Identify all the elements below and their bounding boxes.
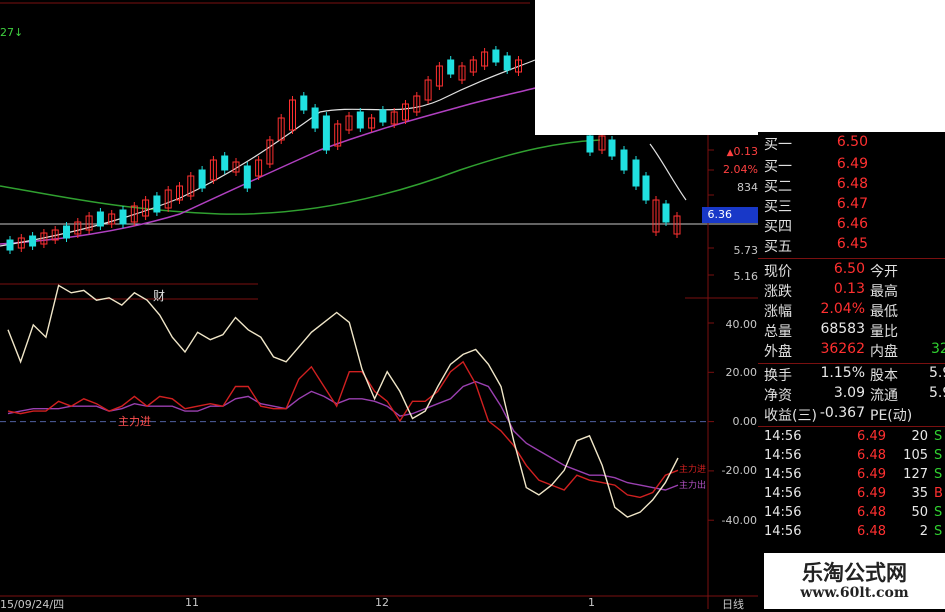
candle-body [379, 109, 387, 123]
quote-panel: 买一 6.50 买一 6.49 买二 6.48 买三 6.47 买四 6.46 买五 6.4… [758, 132, 945, 609]
price-axis-label: ▲0.13 [726, 145, 758, 158]
top-left-label: 27↓ [0, 26, 24, 39]
up-arrow-icon: ▲ [726, 148, 734, 158]
indicator-axis-label: 0.00 [732, 415, 758, 428]
candle-body [96, 211, 104, 227]
x-axis-label: 1 [588, 596, 595, 609]
price-axis-label: 5.73 [733, 244, 759, 257]
candle-body [642, 175, 650, 201]
price-axis-label: 5.16 [733, 270, 759, 283]
indicator-axis-label: -40.00 [721, 514, 757, 527]
candle-body [632, 159, 640, 187]
indicator-axis-label: 40.00 [725, 318, 758, 331]
candle-body [29, 235, 37, 247]
candle-body [492, 49, 500, 63]
candle-body [198, 169, 206, 189]
x-axis-label: 11 [185, 596, 199, 609]
price-axis-label: 2.04% [723, 163, 758, 176]
ma-line-long [0, 139, 601, 215]
ma-line-mid [0, 87, 536, 245]
indicator-line-red [7, 360, 679, 499]
candle-body [662, 203, 670, 223]
candle-body [586, 135, 594, 153]
indicator-axis-label: -20.00 [721, 464, 757, 477]
ma-line-short [649, 143, 687, 201]
candle-body [153, 195, 161, 213]
x-axis-label: 12 [375, 596, 389, 609]
candle-body [447, 59, 455, 75]
ma-line-short [0, 59, 536, 247]
candle-body [63, 225, 70, 239]
candle-body [503, 55, 511, 71]
candle-body [119, 209, 127, 225]
panel-divider [758, 258, 945, 259]
indicator-annotation: 主力进 [118, 415, 151, 428]
watermark-title: 乐淘公式网 [802, 561, 907, 585]
candle-body [221, 155, 229, 171]
candle-body [311, 107, 319, 129]
x-axis-label: 15/09/24/四 [0, 598, 65, 611]
indicator-right-label-in: 主力进 [679, 465, 707, 475]
chart-occlusion [535, 0, 945, 135]
panel-divider [758, 363, 945, 364]
price-axis-label: 834 [737, 181, 758, 194]
panel-divider [758, 426, 945, 427]
candle-body [608, 139, 616, 157]
indicator-right-label-out: 主力出 [679, 481, 707, 491]
candle-body [356, 111, 364, 129]
section-label: 财 [153, 289, 166, 303]
candle-body [243, 165, 251, 189]
candle-body [300, 95, 308, 111]
watermark: 乐淘公式网 www.60lt.com [764, 553, 945, 609]
watermark-url: www.60lt.com [800, 585, 909, 601]
candle-body [620, 149, 628, 171]
price-highlight-label: 6.36 [707, 208, 733, 221]
indicator-axis-label: 20.00 [725, 366, 758, 379]
candle-body [322, 115, 330, 151]
candle-body [6, 239, 14, 251]
indicator-line-violet [7, 380, 679, 491]
period-label[interactable]: 日线 [722, 596, 744, 612]
